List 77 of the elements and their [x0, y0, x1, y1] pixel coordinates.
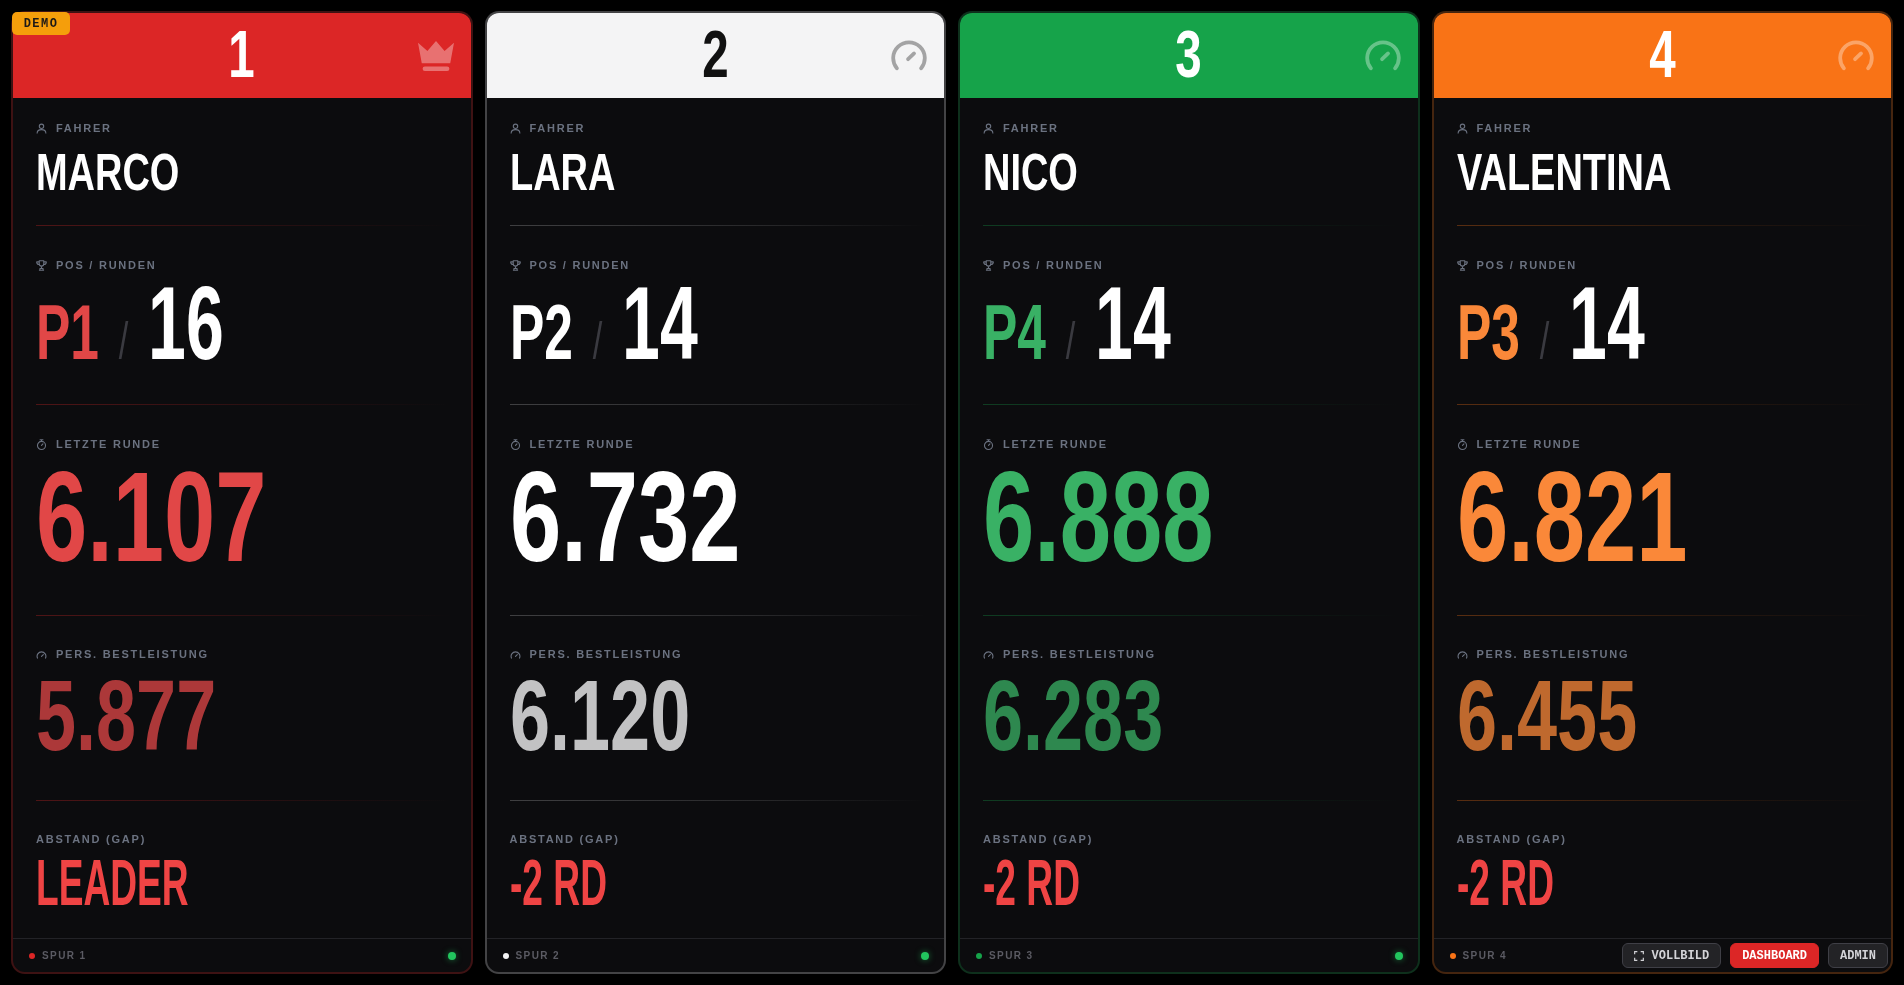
- driver-name: LARA: [509, 146, 615, 198]
- lane-number: 2: [702, 20, 729, 87]
- lane-label: SPUR 1: [42, 950, 87, 961]
- gauge-icon: [509, 648, 521, 660]
- field-label: LETZTE RUNDE: [529, 437, 635, 451]
- field-label: POS / RUNDEN: [56, 258, 157, 272]
- field-label: LETZTE RUNDE: [1003, 437, 1108, 451]
- lane-number: 1: [228, 20, 255, 87]
- field-label: PERS. BESTLEISTUNG: [529, 647, 683, 661]
- best-lap-time: 5.877: [36, 665, 217, 765]
- position: P1: [36, 293, 99, 371]
- slash-separator: /: [1065, 315, 1076, 367]
- field-label: FAHRER: [1003, 121, 1059, 135]
- field-label: PERS. BESTLEISTUNG: [1476, 647, 1630, 661]
- field-label: PERS. BESTLEISTUNG: [56, 647, 209, 661]
- best-lap-time: 6.283: [983, 665, 1164, 765]
- field-label: LETZTE RUNDE: [1476, 437, 1582, 451]
- driver-name: MARCO: [36, 146, 180, 198]
- lap-count: 14: [1095, 272, 1171, 375]
- lane-label: SPUR 3: [989, 950, 1034, 961]
- trophy-icon: [983, 259, 994, 271]
- fullscreen-button[interactable]: VOLLBILD: [1621, 943, 1722, 968]
- lane-label: SPUR 4: [1462, 950, 1508, 961]
- nav-button[interactable]: DASHBOARD: [1730, 943, 1819, 968]
- lane-number: 3: [1175, 20, 1202, 87]
- best-lap-time: 6.455: [1456, 665, 1637, 765]
- position: P4: [983, 293, 1046, 371]
- field-label: FAHRER: [56, 121, 112, 135]
- field-label: POS / RUNDEN: [1476, 258, 1578, 272]
- field-label: PERS. BESTLEISTUNG: [1003, 647, 1156, 661]
- last-lap-time: 6.107: [36, 453, 267, 581]
- slash-separator: /: [1539, 315, 1549, 367]
- stopwatch-icon: [36, 438, 47, 450]
- field-label: ABSTAND (GAP): [1456, 832, 1567, 846]
- last-lap-time: 6.732: [509, 453, 741, 581]
- nav-button[interactable]: ADMIN: [1828, 943, 1888, 968]
- trophy-icon: [36, 259, 47, 271]
- demo-badge: DEMO: [12, 12, 70, 35]
- lap-count: 14: [1568, 272, 1645, 375]
- driver-name: VALENTINA: [1456, 146, 1671, 198]
- field-label: LETZTE RUNDE: [56, 437, 161, 451]
- gauge-icon: [1456, 648, 1468, 660]
- stopwatch-icon: [983, 438, 994, 450]
- stopwatch-icon: [509, 438, 521, 450]
- gap-value: -2 RD: [1456, 851, 1554, 915]
- lap-count: 14: [621, 272, 698, 375]
- gauge-icon: [983, 648, 994, 660]
- field-label: ABSTAND (GAP): [36, 832, 147, 846]
- field-label: ABSTAND (GAP): [983, 832, 1094, 846]
- last-lap-time: 6.821: [1456, 453, 1688, 581]
- field-label: POS / RUNDEN: [529, 258, 631, 272]
- field-label: ABSTAND (GAP): [509, 832, 620, 846]
- last-lap-time: 6.888: [983, 453, 1214, 581]
- lap-count: 16: [148, 272, 224, 375]
- gap-value: -2 RD: [983, 851, 1080, 915]
- stopwatch-icon: [1456, 438, 1468, 450]
- driver-name: NICO: [983, 146, 1078, 198]
- gauge-icon: [36, 648, 47, 660]
- lane-label: SPUR 2: [515, 950, 561, 961]
- person-icon: [36, 122, 47, 134]
- gap-value: -2 RD: [509, 851, 607, 915]
- position: P3: [1456, 293, 1520, 371]
- trophy-icon: [1456, 259, 1468, 271]
- field-label: POS / RUNDEN: [1003, 258, 1104, 272]
- slash-separator: /: [592, 315, 602, 367]
- position: P2: [509, 293, 573, 371]
- slash-separator: /: [118, 315, 129, 367]
- lane-number: 4: [1649, 20, 1676, 87]
- person-icon: [1456, 122, 1468, 134]
- field-label: FAHRER: [529, 121, 586, 135]
- gap-value: LEADER: [36, 851, 189, 915]
- best-lap-time: 6.120: [509, 665, 690, 765]
- trophy-icon: [509, 259, 521, 271]
- person-icon: [983, 122, 994, 134]
- expand-icon: [1633, 950, 1644, 961]
- field-label: FAHRER: [1476, 121, 1533, 135]
- person-icon: [509, 122, 521, 134]
